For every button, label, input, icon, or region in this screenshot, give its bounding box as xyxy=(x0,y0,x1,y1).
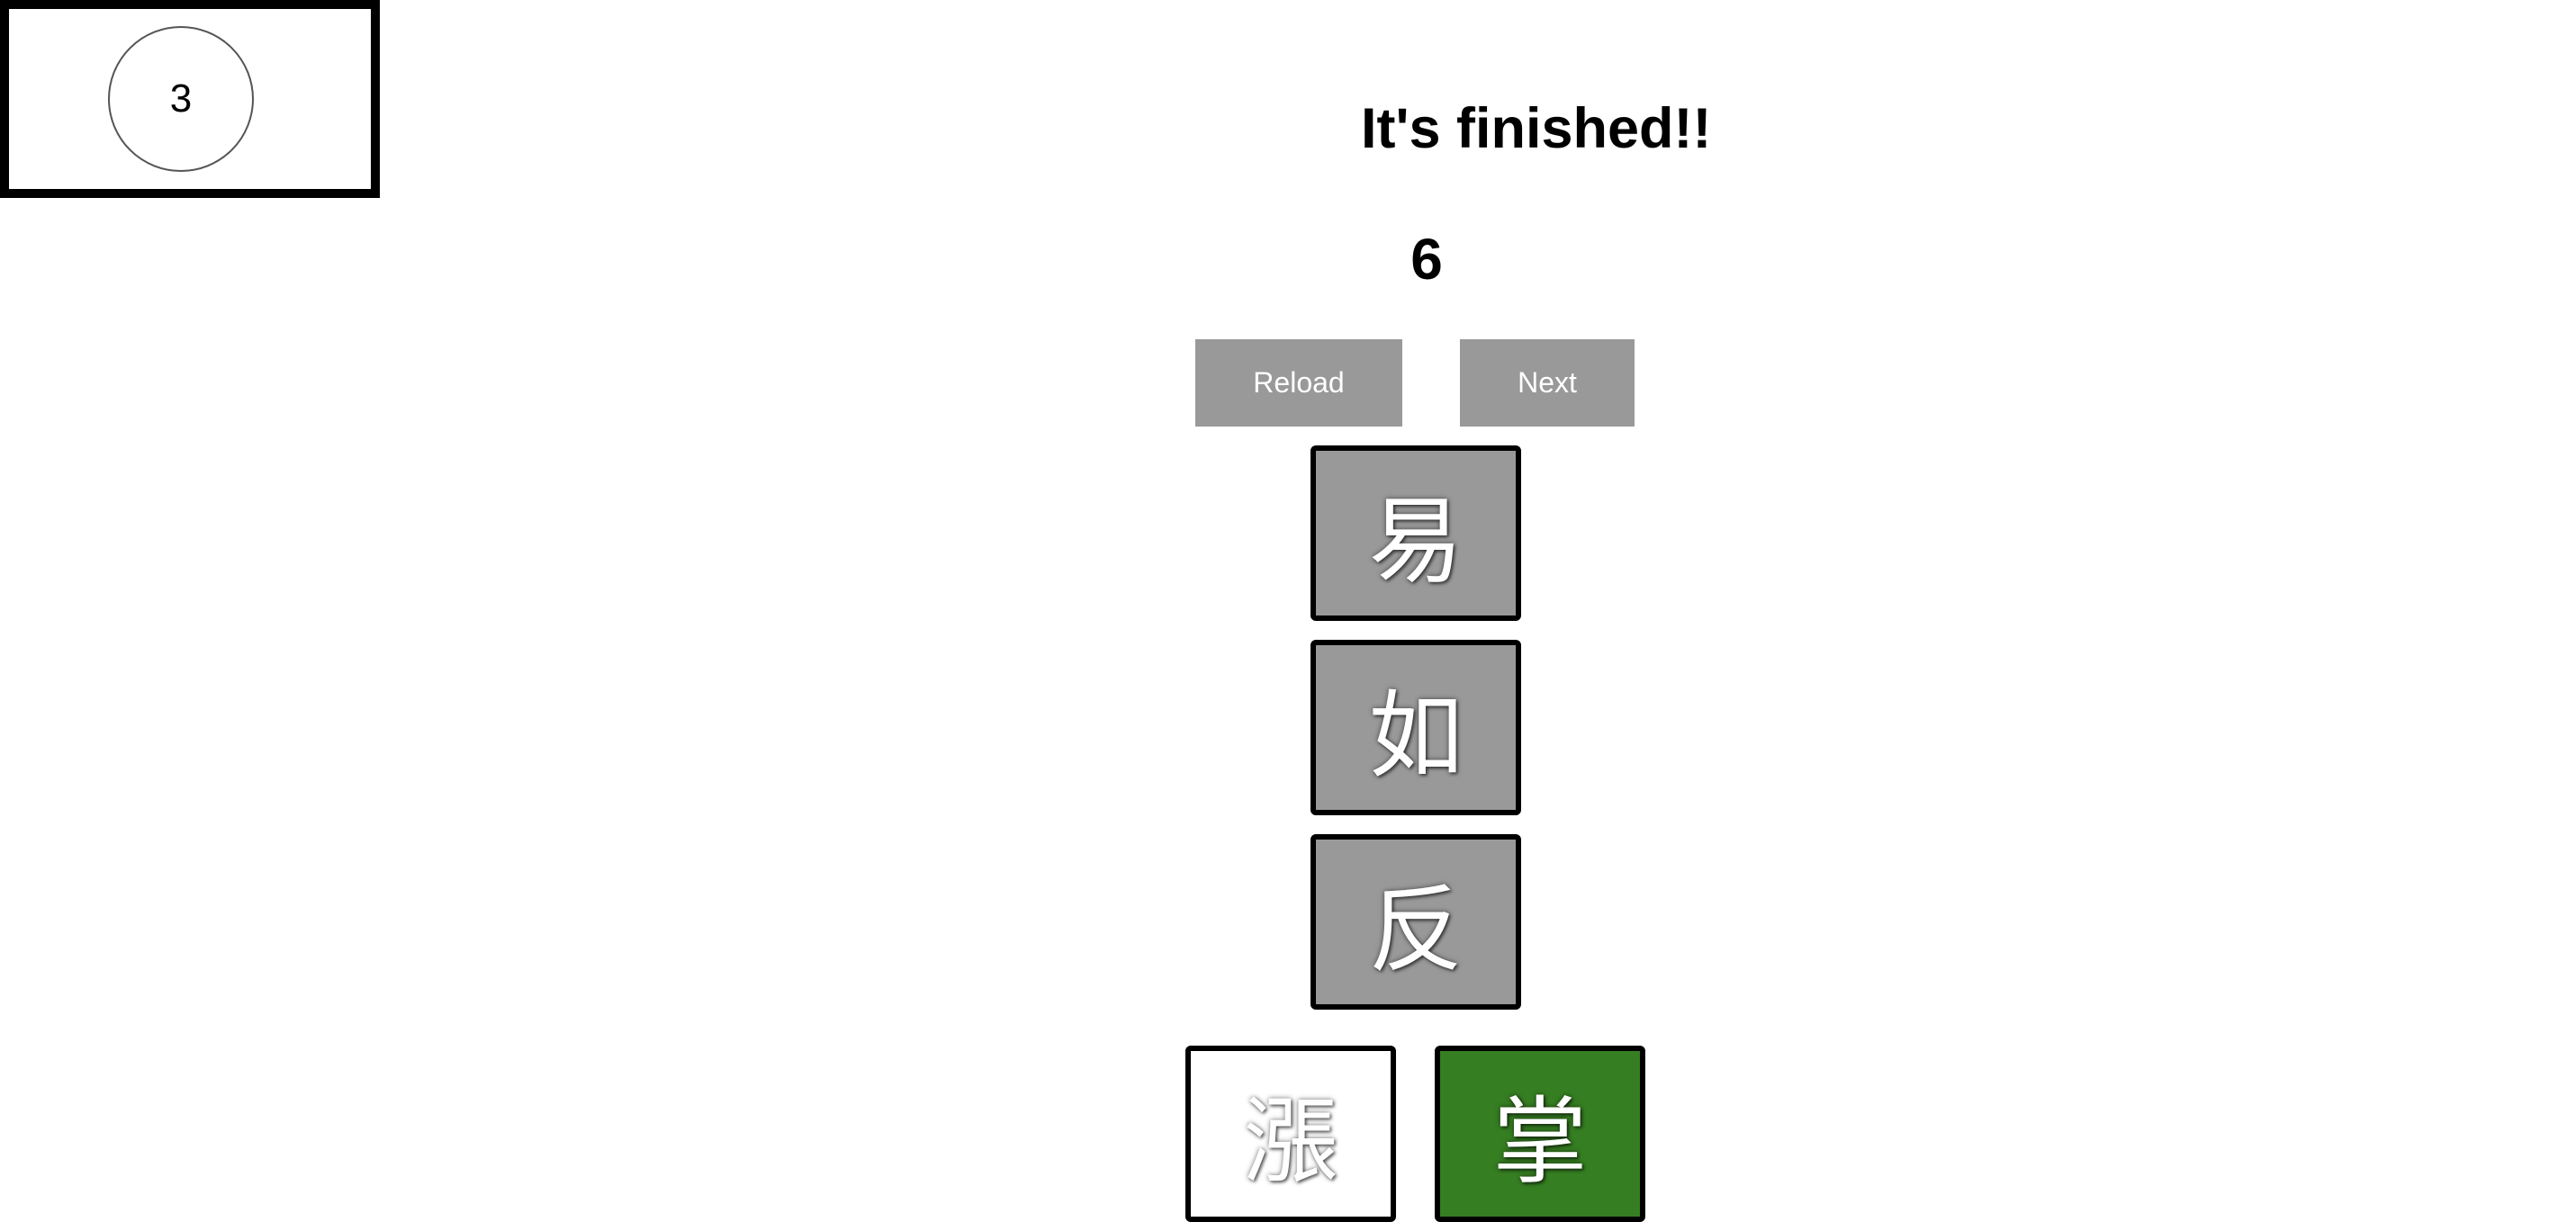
timer-panel: 3 xyxy=(0,0,380,198)
choice-tile-1[interactable]: 漲 xyxy=(1185,1046,1396,1222)
reload-button[interactable]: Reload xyxy=(1195,339,1402,427)
timer-value: 3 xyxy=(169,76,193,121)
stack-tile-1: 易 xyxy=(1311,445,1521,621)
choice-tile-2-correct[interactable]: 掌 xyxy=(1435,1046,1645,1222)
score-value: 6 xyxy=(1410,227,1443,292)
result-title: It's finished!! xyxy=(1361,97,1712,160)
next-button[interactable]: Next xyxy=(1460,339,1635,427)
stack-tile-3: 反 xyxy=(1311,834,1521,1010)
stack-tile-2: 如 xyxy=(1311,640,1521,815)
timer-circle: 3 xyxy=(108,26,254,172)
